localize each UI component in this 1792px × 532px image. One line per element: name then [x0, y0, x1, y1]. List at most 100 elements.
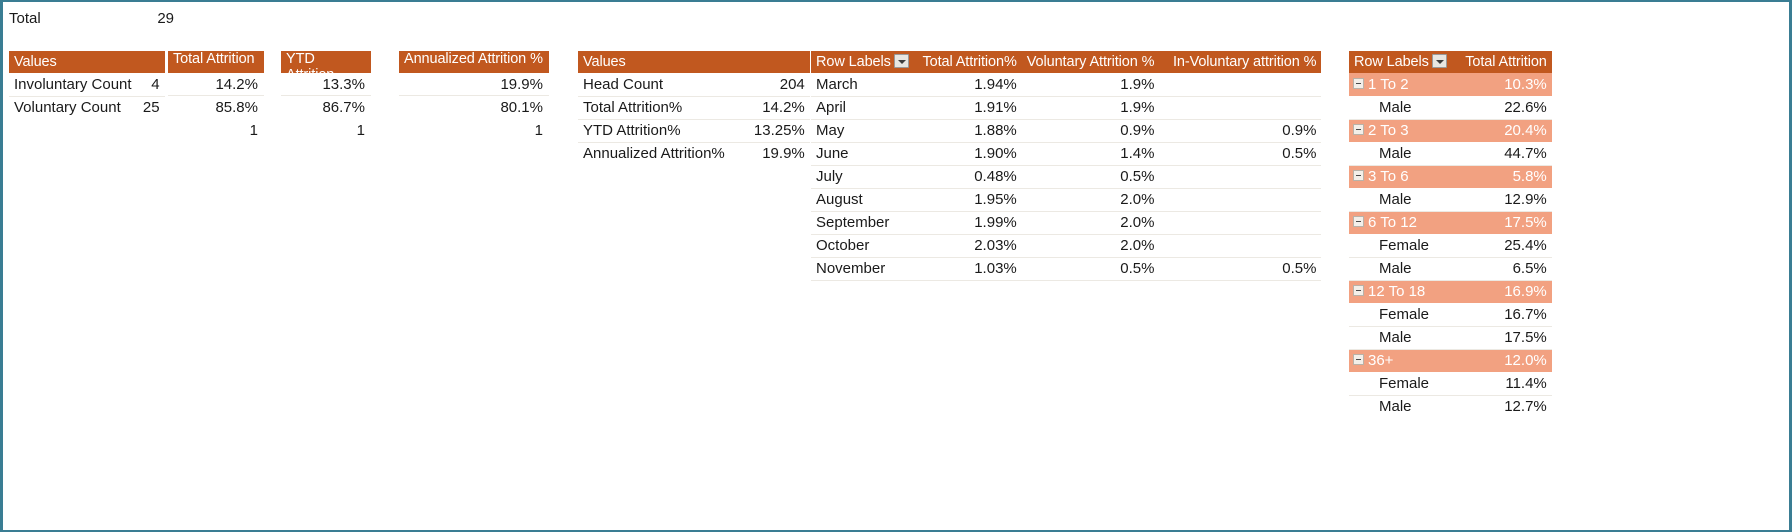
- ytd-attrition-header: YTD Attrition: [281, 51, 371, 83]
- table-row: October 2.03% 2.0%: [811, 234, 1322, 258]
- tenure-group-cell[interactable]: 12 To 18: [1349, 280, 1455, 304]
- table-row: Male 44.7%: [1349, 142, 1552, 166]
- ytd-attrition-value-total: 1: [356, 122, 365, 139]
- table-row: Female 25.4%: [1349, 234, 1552, 258]
- table-row: September 1.99% 2.0%: [811, 211, 1322, 235]
- month-total-attrition: 2.03%: [916, 234, 1022, 258]
- table-row-group[interactable]: 1 To 2 10.3%: [1349, 73, 1552, 97]
- ytd-attrition-measure-block: YTD Attrition 13.3% 86.7% 1: [281, 51, 371, 142]
- tenure-group-value: 17.5%: [1454, 211, 1552, 235]
- collapse-minus-icon[interactable]: [1353, 77, 1364, 89]
- total-attrition-value-involuntary: 14.2%: [168, 73, 264, 96]
- total-attrition-pct-value: 14.2%: [729, 96, 810, 120]
- month-total-attrition: 1.94%: [916, 73, 1022, 97]
- tenure-group-value: 16.9%: [1454, 280, 1552, 304]
- tenure-detail-label: Male: [1349, 257, 1455, 281]
- values-counts-header: Values: [9, 51, 137, 73]
- table-row: Male 12.9%: [1349, 188, 1552, 212]
- month-voluntary-attrition: 1.4%: [1021, 142, 1160, 166]
- table-row-group[interactable]: 12 To 18 16.9%: [1349, 280, 1552, 304]
- collapse-minus-icon[interactable]: [1353, 170, 1364, 181]
- month-involuntary-attrition: [1159, 234, 1322, 258]
- tenure-row-labels-header-cell[interactable]: Row Labels: [1349, 51, 1455, 73]
- table-row: Total Attrition% 14.2%: [578, 96, 810, 120]
- total-attrition-value-total: 1: [249, 122, 258, 139]
- table-row-group[interactable]: 3 To 6 5.8%: [1349, 165, 1552, 189]
- tenure-row-labels-header-text: Row Labels: [1354, 54, 1429, 71]
- spreadsheet-canvas: Total 29 Values Involuntary Count 4 Volu…: [0, 0, 1792, 532]
- involuntary-attrition-pct-header: In-Voluntary attrition %: [1159, 51, 1322, 73]
- pivot-header-row: Row Labels Total Attrition% Voluntary At…: [811, 51, 1322, 73]
- total-attrition-pct-header: Total Attrition%: [916, 51, 1022, 73]
- counts-blank-value: [137, 119, 165, 142]
- tenure-group-cell[interactable]: 1 To 2: [1349, 73, 1455, 97]
- month-voluntary-attrition: 1.9%: [1021, 96, 1160, 120]
- monthly-attrition-pivot-table: Row Labels Total Attrition% Voluntary At…: [811, 51, 1322, 281]
- tenure-detail-label: Female: [1349, 234, 1455, 258]
- row-labels-header-cell[interactable]: Row Labels: [811, 51, 917, 73]
- collapse-minus-icon[interactable]: [1353, 124, 1364, 135]
- voluntary-count-value: 25: [142, 99, 160, 117]
- table-row-group[interactable]: 6 To 12 17.5%: [1349, 211, 1552, 235]
- tenure-group-value: 10.3%: [1454, 73, 1552, 97]
- row-labels-header-text: Row Labels: [816, 54, 891, 71]
- tenure-detail-value: 11.4%: [1454, 372, 1552, 396]
- tenure-group-label: 2 To 3: [1368, 122, 1409, 139]
- table-row-group[interactable]: 36+ 12.0%: [1349, 349, 1552, 373]
- tenure-group-cell[interactable]: 6 To 12: [1349, 211, 1455, 235]
- table-row: June 1.90% 1.4% 0.5%: [811, 142, 1322, 166]
- table-row-group[interactable]: 2 To 3 20.4%: [1349, 119, 1552, 143]
- voluntary-count-label: Voluntary Count: [14, 99, 121, 117]
- month-label: March: [811, 73, 917, 97]
- month-total-attrition: 1.91%: [916, 96, 1022, 120]
- collapse-minus-icon[interactable]: [1353, 216, 1364, 227]
- month-label: April: [811, 96, 917, 120]
- table-row: Female 11.4%: [1349, 372, 1552, 396]
- tenure-detail-label: Male: [1349, 326, 1455, 350]
- table-header-row: Values: [9, 51, 165, 73]
- tenure-detail-value: 25.4%: [1454, 234, 1552, 258]
- tenure-detail-label: Female: [1349, 372, 1455, 396]
- tenure-detail-value: 12.7%: [1504, 398, 1547, 416]
- grand-total-label: Total: [9, 9, 41, 27]
- tenure-detail-label: Male: [1349, 96, 1455, 120]
- tenure-group-cell[interactable]: 2 To 3: [1349, 119, 1455, 143]
- tenure-group-label: 12 To 18: [1368, 283, 1426, 300]
- total-attrition-measure-block: Total Attrition 14.2% 85.8% 1: [168, 51, 264, 142]
- table-header-row: Values: [578, 51, 810, 73]
- month-voluntary-attrition: 2.0%: [1021, 234, 1160, 258]
- collapse-minus-icon[interactable]: [1353, 354, 1364, 365]
- month-total-attrition: 0.48%: [916, 165, 1022, 189]
- month-total-attrition: 1.99%: [916, 211, 1022, 235]
- tenure-detail-label: Male: [1379, 398, 1412, 416]
- table-row: YTD Attrition% 13.25%: [578, 119, 810, 143]
- tenure-detail-value: 22.6%: [1454, 96, 1552, 120]
- month-voluntary-attrition: 0.5%: [1021, 165, 1160, 189]
- annualized-attrition-pct-value: 19.9%: [762, 145, 805, 163]
- tenure-detail-label: Female: [1349, 303, 1455, 327]
- month-total-attrition: 1.88%: [916, 119, 1022, 143]
- tenure-group-cell[interactable]: 36+: [1349, 349, 1455, 373]
- voluntary-attrition-pct-header: Voluntary Attrition %: [1021, 51, 1160, 73]
- collapse-minus-icon[interactable]: [1353, 285, 1364, 296]
- table-row: Voluntary Count 25: [9, 96, 165, 119]
- values-metrics-header: Values: [578, 51, 730, 73]
- month-involuntary-attrition: 0.5%: [1159, 257, 1322, 281]
- table-row: Male 17.5%: [1349, 326, 1552, 350]
- pivot-header-row: Row Labels Total Attrition: [1349, 51, 1552, 73]
- total-attrition-header: Total Attrition: [168, 51, 264, 73]
- tenure-group-label: 36+: [1368, 352, 1394, 369]
- month-involuntary-attrition: 0.5%: [1159, 142, 1322, 166]
- month-involuntary-attrition: [1159, 73, 1322, 97]
- table-row: March 1.94% 1.9%: [811, 73, 1322, 97]
- tenure-detail-value: 6.5%: [1454, 257, 1552, 281]
- month-label: June: [811, 142, 917, 166]
- tenure-group-cell[interactable]: 3 To 6: [1349, 165, 1455, 189]
- month-total-attrition: 1.95%: [916, 188, 1022, 212]
- annualized-attrition-measure-block: Annualized Attrition % 19.9% 80.1% 1: [399, 51, 549, 142]
- tenure-group-label: 6 To 12: [1368, 214, 1417, 231]
- filter-dropdown-icon[interactable]: [1431, 54, 1447, 69]
- values-metrics-header-spacer: [729, 51, 810, 73]
- month-involuntary-attrition: [1159, 211, 1322, 235]
- filter-dropdown-icon[interactable]: [893, 54, 909, 69]
